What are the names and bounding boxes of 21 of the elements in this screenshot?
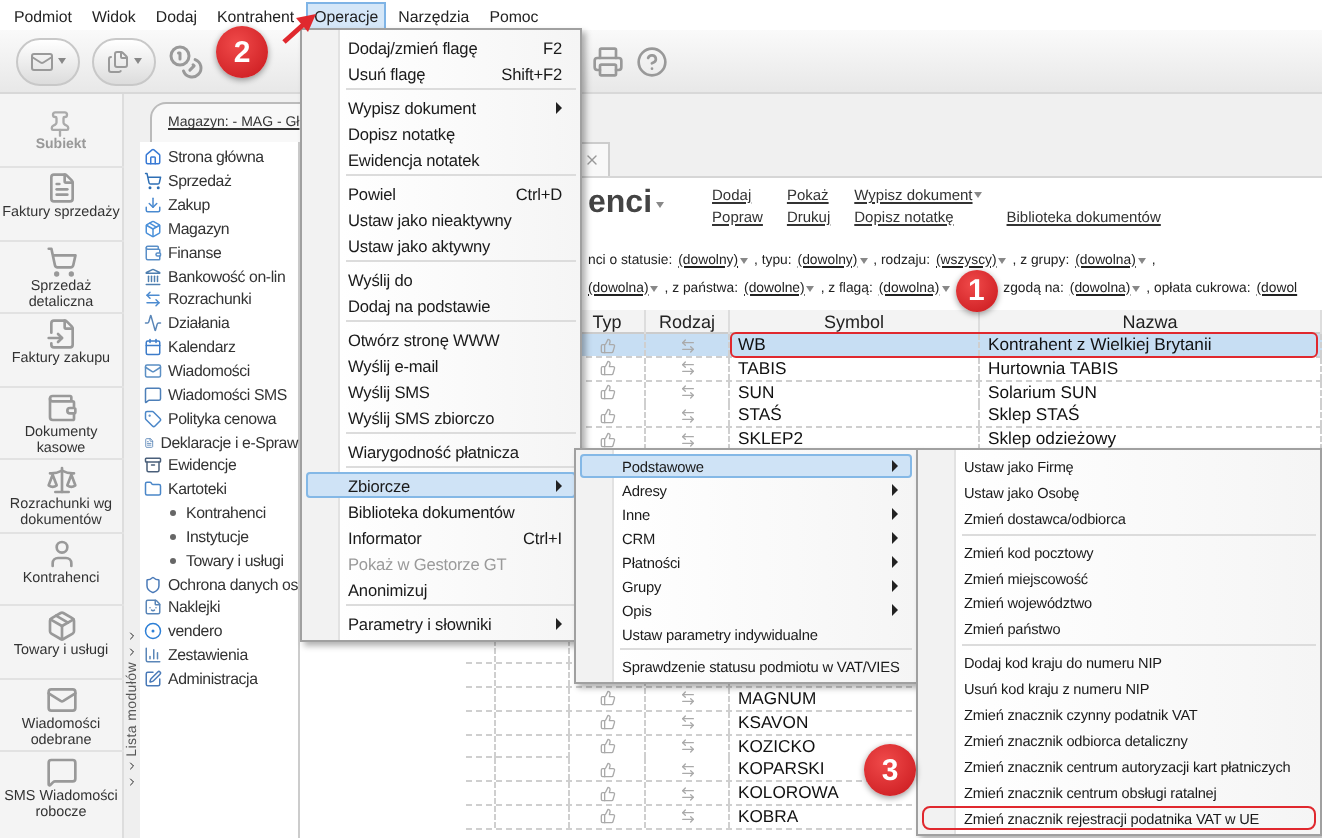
table-cell: Sklep STAŚ: [988, 404, 1080, 427]
table-cell: STAŚ: [738, 404, 782, 427]
table-cell: WB: [738, 334, 766, 356]
shortcut-text: Ctrl+D: [515, 183, 562, 203]
table-cell: Kontrahent z Wielkiej Brytanii: [988, 334, 1212, 356]
table-cell: MAGNUM: [738, 687, 817, 710]
table-cell: Solarium SUN: [988, 381, 1097, 404]
table-cell: TABIS: [738, 357, 787, 380]
table-cell: KOPARSKI: [738, 758, 825, 781]
table-cell: SKLEP2: [738, 428, 803, 451]
shortcut-text: F2: [543, 37, 562, 57]
table-cell: KOZICKO: [738, 735, 816, 758]
shortcut-text: Ctrl+I: [523, 527, 562, 547]
table-cell: SUN: [738, 381, 775, 404]
step-badge: 1: [955, 269, 998, 311]
table-cell: Hurtownia TABIS: [988, 357, 1119, 380]
shortcut-text: Shift+F2: [501, 63, 562, 83]
table-cell: Sklep odzieżowy: [988, 428, 1117, 451]
table-cell: KOBRA: [738, 805, 799, 828]
table-cell: KSAVON: [738, 711, 809, 734]
table-cell: KOLOROWA: [738, 782, 839, 805]
